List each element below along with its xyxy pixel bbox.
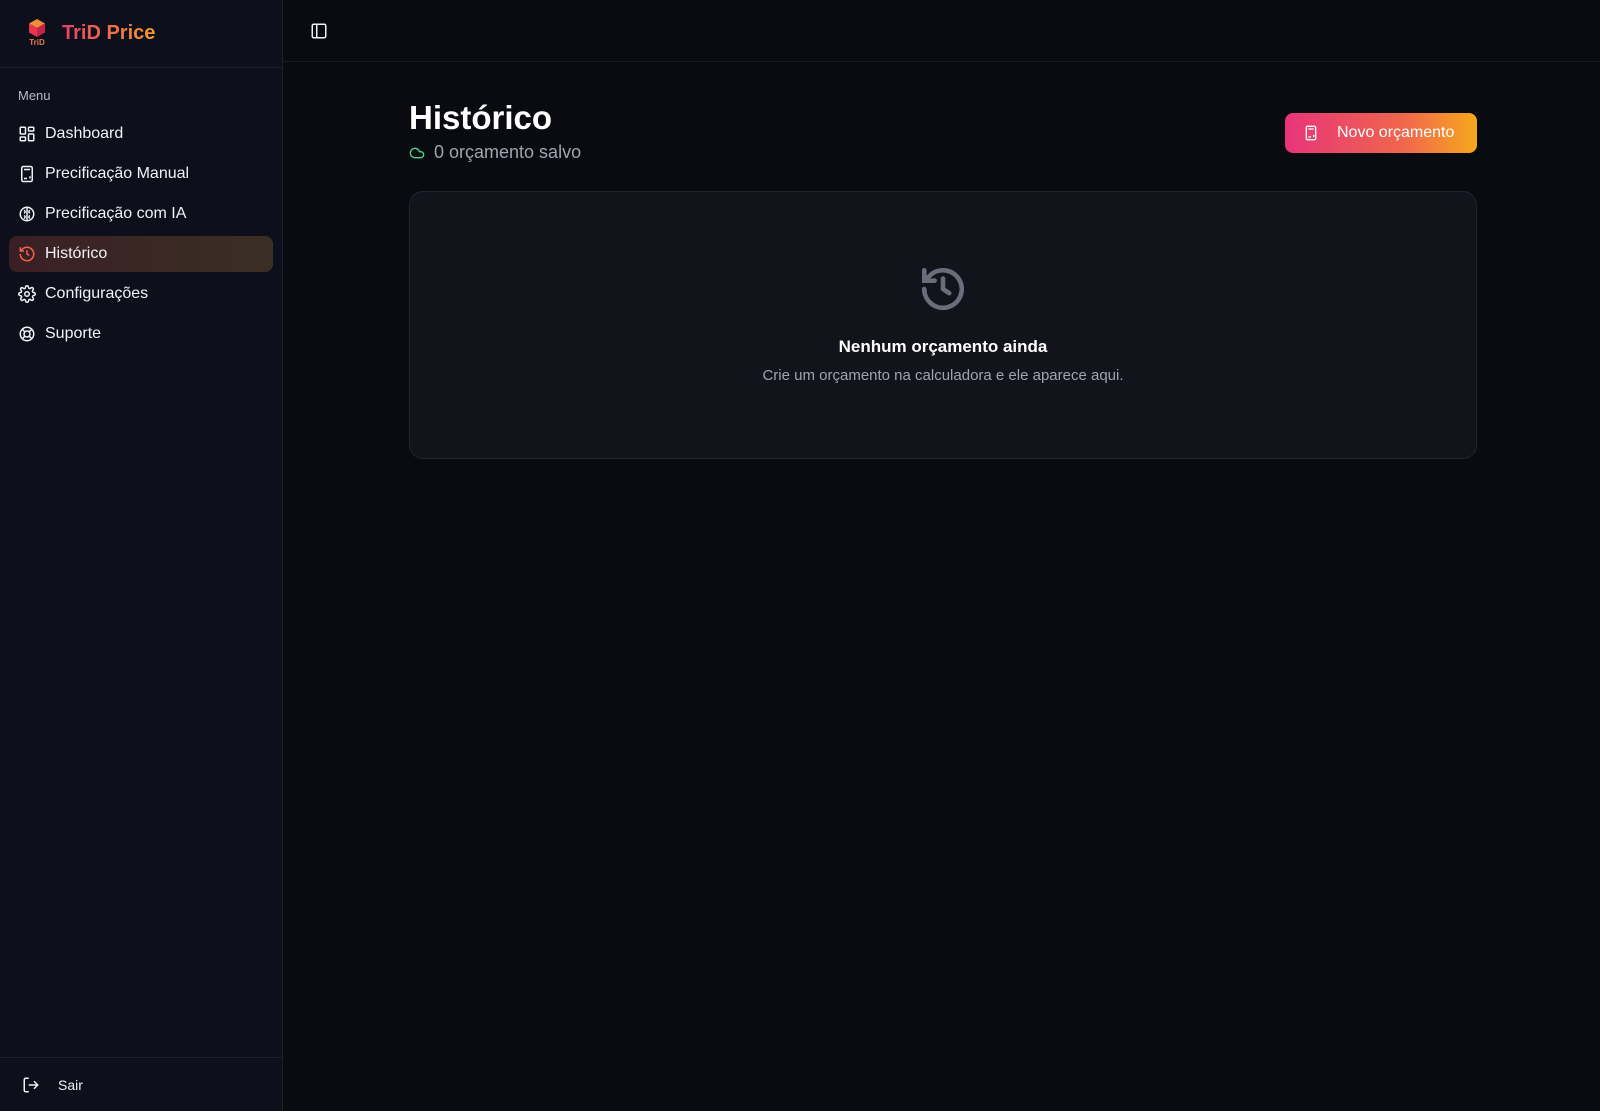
- cloud-icon: [409, 145, 425, 161]
- gear-icon: [18, 285, 36, 303]
- sidebar-toggle-button[interactable]: [307, 19, 331, 43]
- sidebar-item-precificacao-ia[interactable]: Precificação com IA: [9, 196, 273, 232]
- history-icon: [18, 245, 36, 263]
- sidebar-item-historico[interactable]: Histórico: [9, 236, 273, 272]
- sidebar-item-label: Precificação com IA: [45, 205, 187, 222]
- logout-button[interactable]: Sair: [0, 1057, 282, 1111]
- empty-state-title: Nenhum orçamento ainda: [838, 337, 1048, 356]
- history-icon: [918, 264, 968, 319]
- sidebar-item-label: Histórico: [45, 245, 108, 262]
- sidebar-item-precificacao-manual[interactable]: Precificação Manual: [9, 156, 273, 192]
- content: Histórico 0 orçamento salvo Novo orçamen…: [283, 62, 1600, 459]
- brand-name: TriD Price: [62, 22, 156, 44]
- sidebar-item-label: Configurações: [45, 285, 149, 302]
- menu-section: Menu Dashboard Precificação Manual Preci…: [0, 68, 282, 356]
- brand[interactable]: TriD TriD Price: [0, 0, 282, 68]
- empty-state-description: Crie um orçamento na calculadora e ele a…: [762, 367, 1124, 384]
- menu-heading: Menu: [18, 88, 51, 103]
- sidebar-item-label: Precificação Manual: [45, 165, 190, 182]
- sidebar-item-configuracoes[interactable]: Configurações: [9, 276, 273, 312]
- calculator-icon: [1303, 125, 1319, 141]
- logo-icon: TriD: [24, 18, 50, 50]
- topbar: [283, 0, 1600, 62]
- page-header: Histórico 0 orçamento salvo Novo orçamen…: [409, 98, 1477, 163]
- sidebar: TriD TriD Price Menu Dashboard Precifica…: [0, 0, 283, 1111]
- logout-label: Sair: [58, 1076, 83, 1093]
- main: Histórico 0 orçamento salvo Novo orçamen…: [283, 0, 1600, 1111]
- panel-left-icon: [311, 23, 327, 38]
- dashboard-icon: [18, 125, 36, 143]
- page-title: Histórico: [409, 99, 553, 136]
- empty-state-card: Nenhum orçamento ainda Crie um orçamento…: [409, 191, 1477, 459]
- brain-icon: [18, 205, 36, 223]
- sidebar-item-dashboard[interactable]: Dashboard: [9, 116, 273, 152]
- logout-icon: [22, 1076, 40, 1094]
- calculator-icon: [18, 165, 36, 183]
- new-budget-button[interactable]: Novo orçamento: [1285, 113, 1477, 153]
- sidebar-item-label: Suporte: [45, 325, 102, 342]
- saved-count-text: 0 orçamento salvo: [434, 142, 582, 162]
- logo-text: TriD: [29, 37, 45, 47]
- sidebar-item-suporte[interactable]: Suporte: [9, 316, 273, 352]
- saved-count: 0 orçamento salvo: [409, 142, 581, 163]
- sidebar-item-label: Dashboard: [45, 125, 124, 142]
- new-budget-label: Novo orçamento: [1337, 124, 1455, 141]
- lifebuoy-icon: [18, 325, 36, 343]
- app: TriD TriD Price Menu Dashboard Precifica…: [0, 0, 1600, 1111]
